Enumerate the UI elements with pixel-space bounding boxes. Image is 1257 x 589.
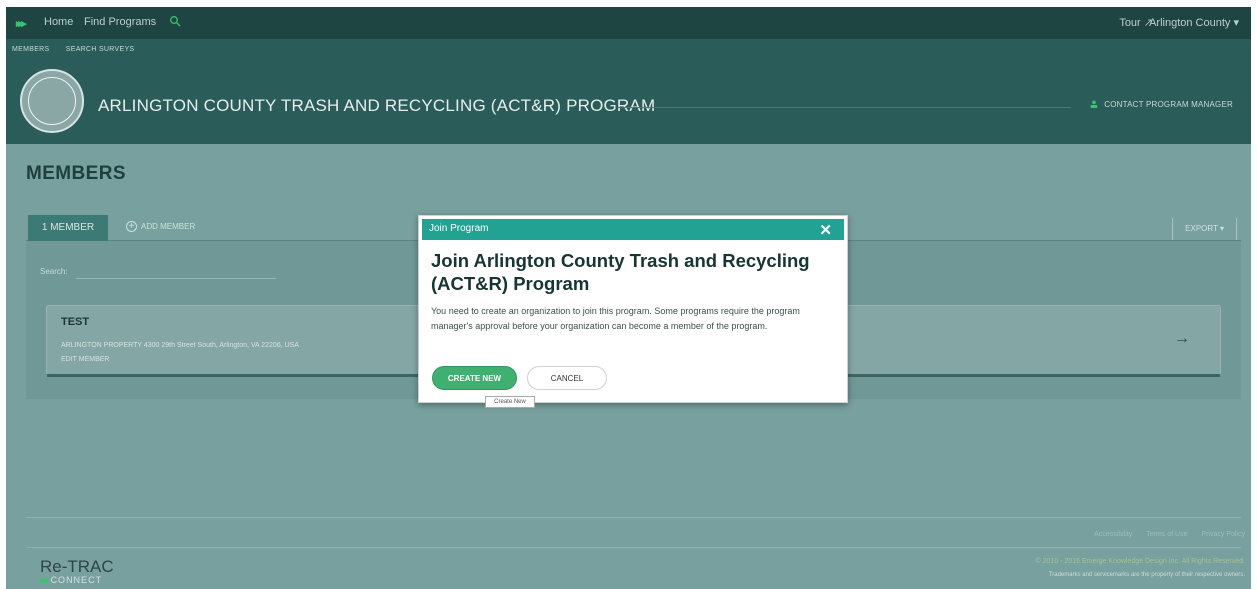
header-divider — [618, 107, 1071, 108]
contact-label: CONTACT PROGRAM MANAGER — [1104, 100, 1233, 109]
subnav-members-link[interactable]: MEMBERS — [12, 46, 50, 53]
app-window: ▸▸▸ Home Find Programs Tour ↗ Arlington … — [6, 7, 1251, 589]
copyright-text: © 2010 - 2016 Emerge Knowledge Design In… — [1035, 558, 1245, 565]
search-icon[interactable] — [169, 15, 181, 27]
tour-label: Tour — [1119, 17, 1141, 29]
member-address: ARLINGTON PROPERTY 4300 29th Street Sout… — [61, 342, 299, 349]
retrac-logo: Re-TRAC — [40, 557, 114, 576]
top-nav: ▸▸▸ Home Find Programs Tour ↗ Arlington … — [6, 7, 1251, 39]
cancel-button[interactable]: CANCEL — [527, 366, 607, 390]
footer-link-accessibility[interactable]: Accessibility — [1094, 531, 1132, 538]
add-member-button[interactable]: + ADD MEMBER — [126, 221, 195, 232]
person-icon — [1091, 100, 1098, 108]
export-dropdown[interactable]: EXPORT ▾ — [1172, 218, 1237, 240]
modal-title: Join Arlington County Trash and Recyclin… — [431, 250, 810, 294]
create-new-button[interactable]: CREATE NEW — [432, 366, 517, 390]
nav-find-programs-link[interactable]: Find Programs — [84, 16, 156, 28]
search-input[interactable] — [76, 261, 276, 279]
nav-home-link[interactable]: Home — [44, 16, 73, 28]
logo-sub-text: CONNECT — [50, 575, 103, 585]
sub-nav: MEMBERS SEARCH SURVEYS — [12, 46, 148, 53]
footer-link-privacy[interactable]: Privacy Policy — [1201, 531, 1245, 538]
footer-links: Accessibility Terms of Use Privacy Polic… — [1082, 531, 1245, 538]
page-title: MEMBERS — [26, 163, 126, 184]
tab-member-count[interactable]: 1 MEMBER — [28, 215, 108, 241]
account-name: Arlington County — [1149, 17, 1231, 29]
retrac-arrows-icon[interactable]: ▸▸▸ — [16, 17, 26, 30]
program-header: MEMBERS SEARCH SURVEYS ARLINGTON COUNTY … — [6, 39, 1251, 144]
chevron-down-icon: ▾ — [1233, 17, 1239, 29]
create-new-tooltip: Create New — [485, 396, 535, 408]
retrac-arrows-icon: ▸▸▸ — [40, 575, 49, 585]
member-name: TEST — [61, 316, 90, 328]
subnav-search-surveys-link[interactable]: SEARCH SURVEYS — [66, 46, 135, 53]
account-menu[interactable]: Arlington County ▾ — [1149, 16, 1239, 29]
modal-description: You need to create an organization to jo… — [431, 306, 800, 331]
footer-link-terms[interactable]: Terms of Use — [1146, 531, 1187, 538]
footer-divider — [26, 517, 1241, 518]
retrac-logo-sub: ▸▸▸ CONNECT — [40, 575, 102, 586]
modal-header: Join Program ✕ — [422, 219, 844, 240]
arrow-right-icon[interactable]: → — [1174, 330, 1190, 348]
tour-link[interactable]: Tour ↗ — [1119, 16, 1153, 29]
search-label: Search: — [40, 267, 68, 276]
modal-header-title: Join Program — [429, 223, 489, 234]
join-program-modal: Join Program ✕ Join Arlington County Tra… — [418, 215, 848, 403]
footer-divider — [26, 547, 1241, 548]
trademark-text: Trademarks and servicemarks are the prop… — [1048, 572, 1245, 578]
county-seal-logo — [20, 69, 84, 133]
add-member-label: ADD MEMBER — [141, 222, 196, 231]
close-icon[interactable]: ✕ — [819, 221, 832, 239]
contact-program-manager-link[interactable]: CONTACT PROGRAM MANAGER — [1090, 100, 1233, 109]
program-title: ARLINGTON COUNTY TRASH AND RECYCLING (AC… — [98, 96, 656, 115]
chevron-down-icon: ▾ — [1219, 224, 1224, 233]
plus-icon: + — [126, 221, 137, 232]
export-label: EXPORT — [1185, 224, 1218, 233]
edit-member-link[interactable]: EDIT MEMBER — [61, 356, 110, 363]
